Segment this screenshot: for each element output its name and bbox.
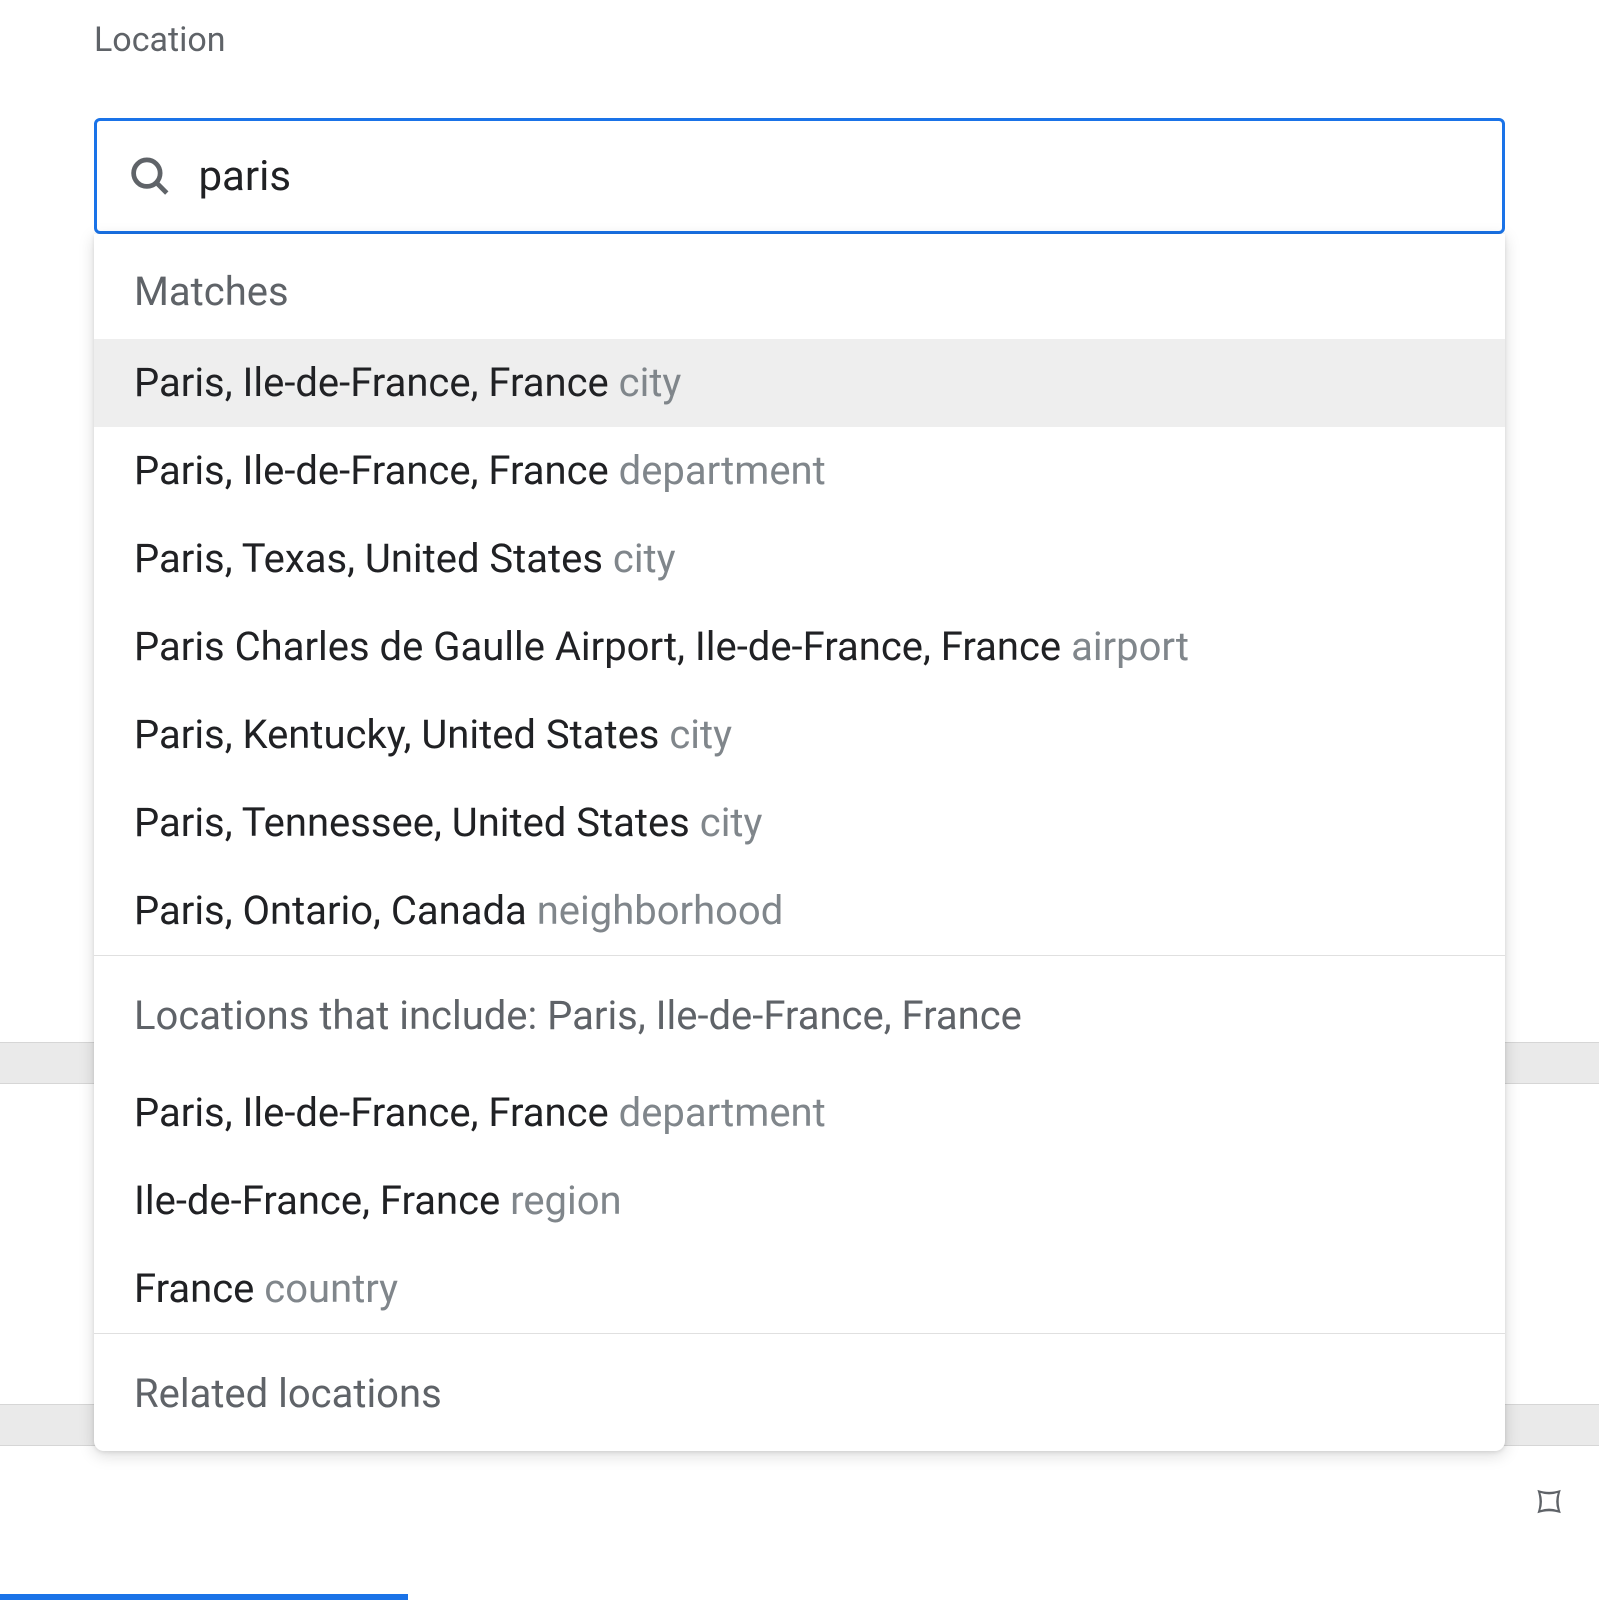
option-name: Paris, Ontario, Canada — [134, 887, 527, 934]
search-icon — [127, 152, 172, 200]
location-option[interactable]: Paris, Kentucky, United States city — [94, 691, 1505, 779]
location-option[interactable]: Paris Charles de Gaulle Airport, Ile-de-… — [94, 603, 1505, 691]
matches-section-header: Matches — [94, 234, 1505, 339]
option-name: Paris, Kentucky, United States — [134, 711, 659, 758]
location-option[interactable]: Ile-de-France, France region — [94, 1157, 1505, 1245]
option-name: Paris, Texas, United States — [134, 535, 603, 582]
related-locations-section-header: Related locations — [94, 1333, 1505, 1451]
option-type: city — [609, 359, 682, 406]
option-type: neighborhood — [527, 887, 783, 934]
location-option[interactable]: France country — [94, 1245, 1505, 1333]
option-type: city — [659, 711, 732, 758]
location-option[interactable]: Paris, Ontario, Canada neighborhood — [94, 867, 1505, 955]
location-option[interactable]: Paris, Texas, United States city — [94, 515, 1505, 603]
location-dropdown: Matches Paris, Ile-de-France, France cit… — [94, 234, 1505, 1451]
location-option[interactable]: Paris, Ile-de-France, France department — [94, 427, 1505, 515]
parent-locations-section-header: Locations that include: Paris, Ile-de-Fr… — [94, 955, 1505, 1069]
tab-indicator — [0, 1594, 408, 1600]
option-name: Paris, Ile-de-France, France — [134, 1089, 609, 1136]
option-type: department — [609, 447, 826, 494]
location-option[interactable]: Paris, Tennessee, United States city — [94, 779, 1505, 867]
location-search-input[interactable] — [198, 152, 1472, 201]
location-field-label: Location — [94, 20, 1505, 60]
option-name: Paris, Ile-de-France, France — [134, 447, 609, 494]
option-name: Paris, Ile-de-France, France — [134, 359, 609, 406]
option-type: department — [609, 1089, 826, 1136]
location-option[interactable]: Paris, Ile-de-France, France city — [94, 339, 1505, 427]
stray-bracket: ⌑ — [1535, 1476, 1563, 1530]
location-search-box[interactable] — [94, 118, 1505, 234]
location-option[interactable]: Paris, Ile-de-France, France department — [94, 1069, 1505, 1157]
option-type: country — [254, 1265, 398, 1312]
option-type: region — [500, 1177, 621, 1224]
option-type: city — [603, 535, 676, 582]
option-name: France — [134, 1265, 254, 1312]
option-type: airport — [1061, 623, 1189, 670]
option-type: city — [690, 799, 763, 846]
option-name: Paris Charles de Gaulle Airport, Ile-de-… — [134, 623, 1061, 670]
option-name: Paris, Tennessee, United States — [134, 799, 690, 846]
option-name: Ile-de-France, France — [134, 1177, 500, 1224]
